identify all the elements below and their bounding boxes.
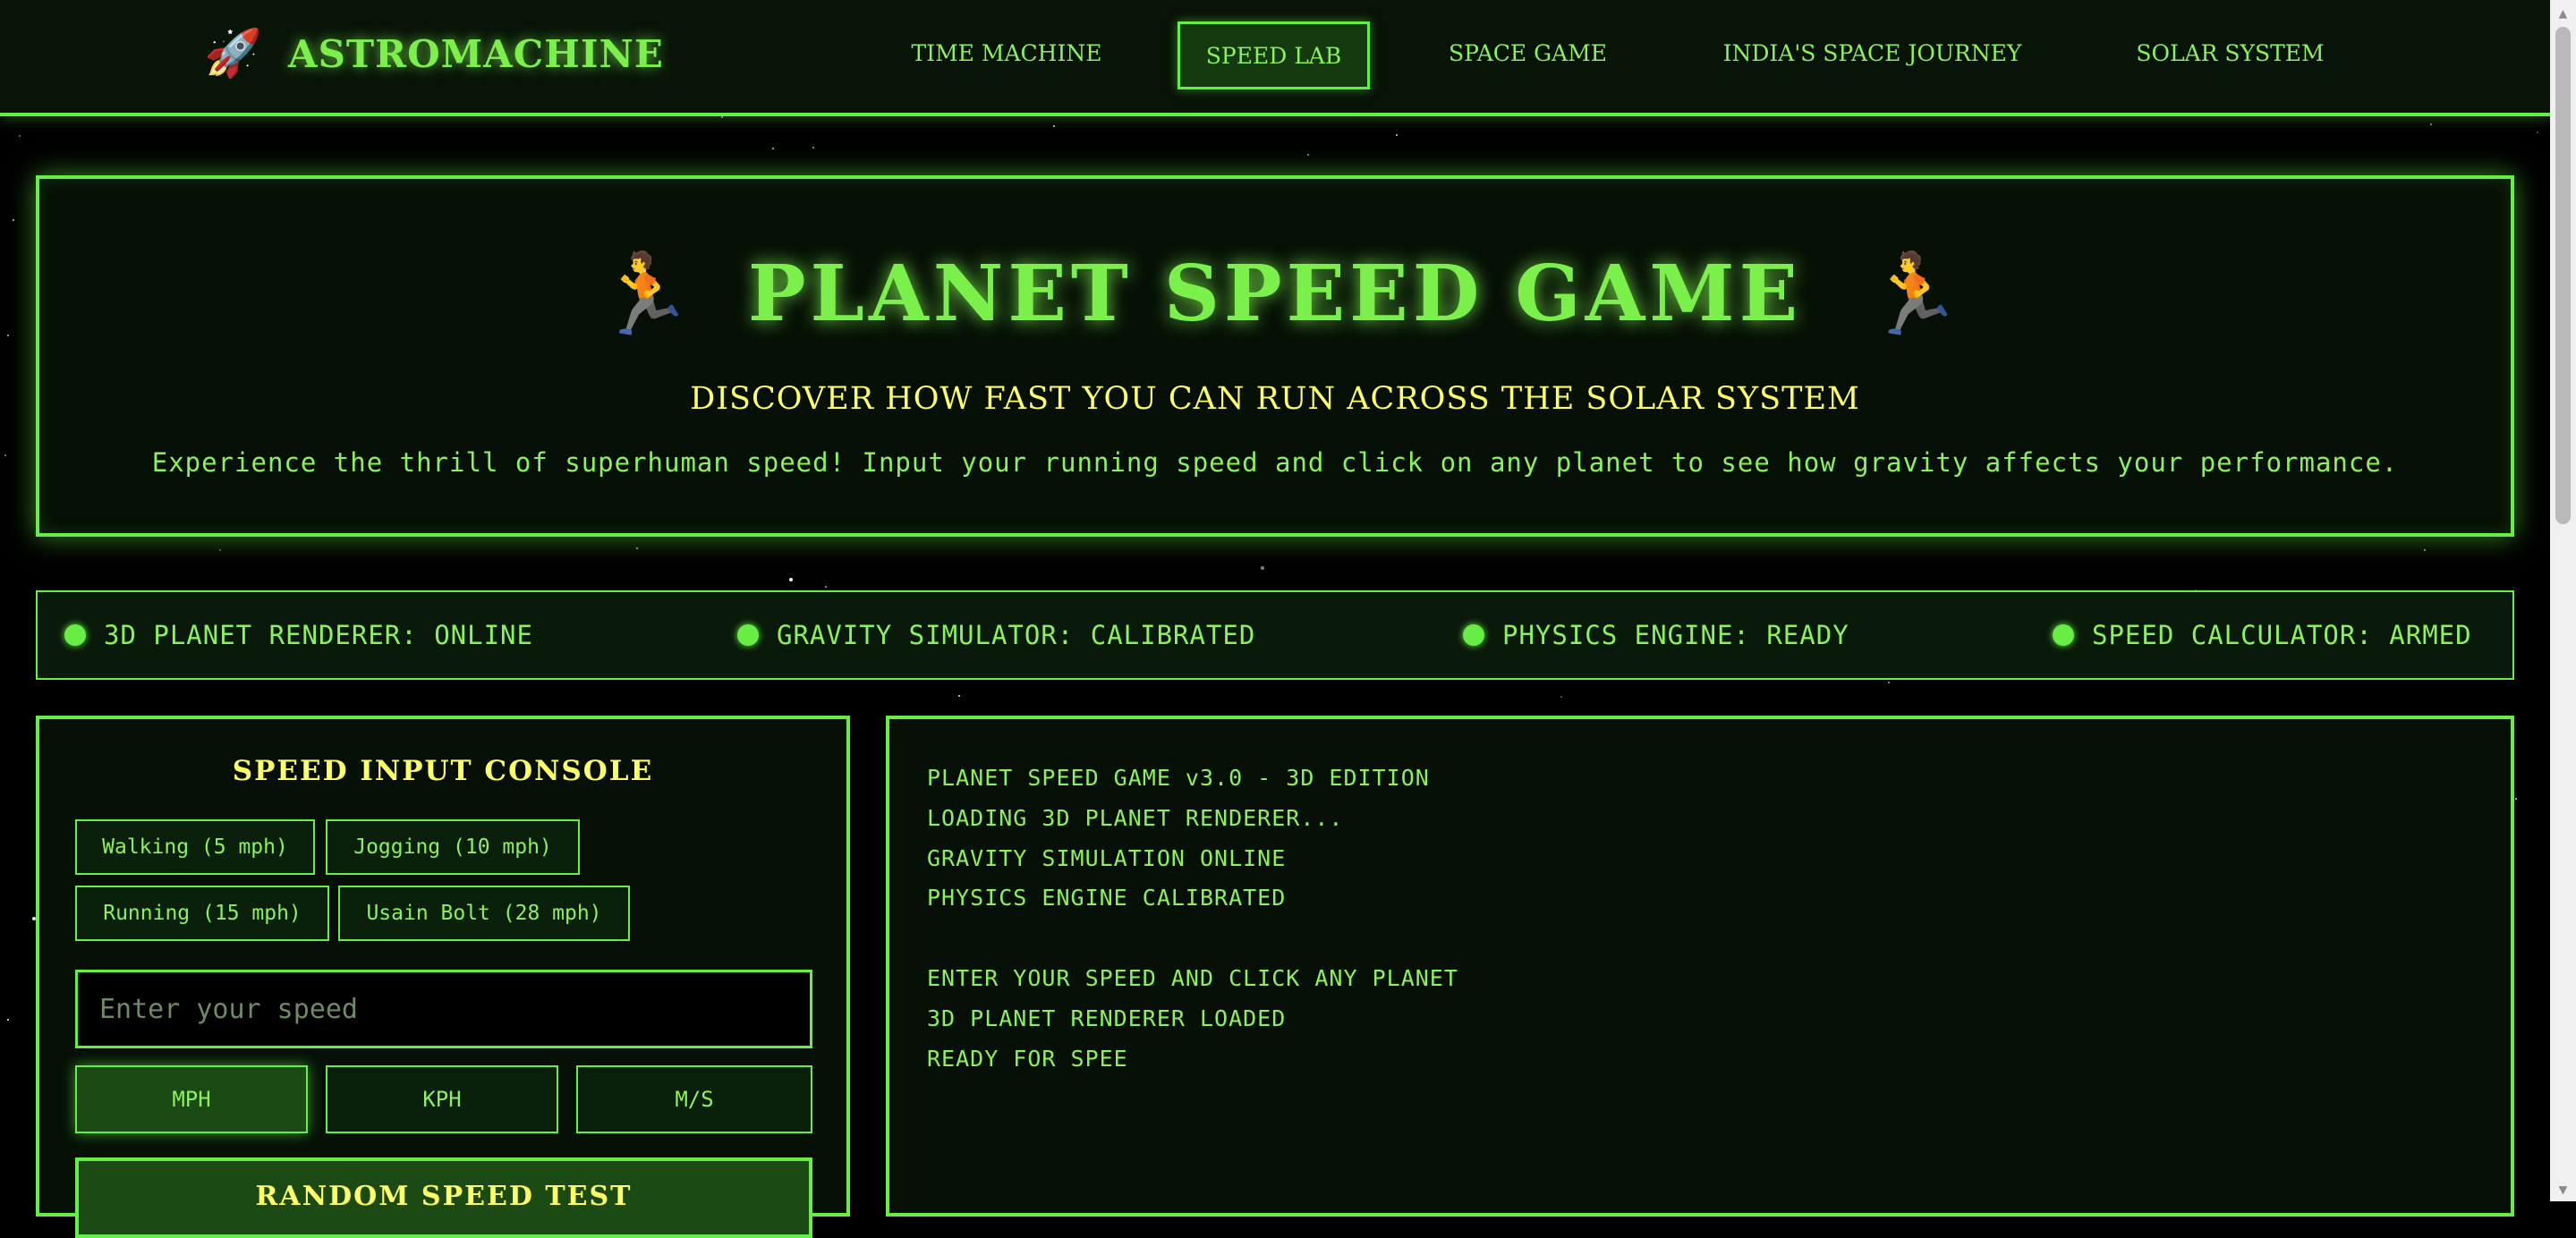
- star: [1888, 682, 1890, 683]
- star: [789, 578, 793, 581]
- star: [825, 586, 827, 588]
- preset-walking-button[interactable]: Walking (5 mph): [75, 819, 315, 875]
- star: [2515, 798, 2517, 800]
- status-item-renderer: 3D PLANET RENDERER: ONLINE: [64, 592, 533, 678]
- brand-name: ASTROMACHINE: [288, 31, 664, 76]
- console-title: SPEED INPUT CONSOLE: [232, 755, 654, 787]
- star: [2424, 549, 2426, 551]
- nav-link-speed-lab[interactable]: SPEED LAB: [1177, 21, 1370, 89]
- system-status-bar: 3D PLANET RENDERER: ONLINE GRAVITY SIMUL…: [36, 590, 2514, 680]
- terminal-line: PLANET SPEED GAME v3.0 - 3D EDITION: [927, 765, 1430, 791]
- star: [1307, 154, 1309, 156]
- star: [219, 549, 221, 551]
- rocket-icon: 🚀: [204, 27, 262, 81]
- scroll-down-arrow-icon[interactable]: ▼: [2550, 1178, 2576, 1201]
- star: [7, 335, 9, 336]
- terminal-line: READY FOR SPEE: [927, 1045, 1128, 1072]
- star: [1053, 125, 1055, 127]
- terminal-line: ENTER YOUR SPEED AND CLICK ANY PLANET: [927, 964, 1458, 991]
- status-dot-icon: [1463, 624, 1484, 646]
- page-scrollbar[interactable]: ▲ ▼: [2550, 0, 2576, 1201]
- hero-panel: 🏃 PLANET SPEED GAME 🏃 DISCOVER HOW FAST …: [36, 175, 2514, 537]
- preset-jogging-button[interactable]: Jogging (10 mph): [326, 819, 580, 875]
- unit-mph-button[interactable]: MPH: [75, 1065, 308, 1133]
- star: [4, 454, 6, 456]
- brand-logo[interactable]: 🚀 ASTROMACHINE: [204, 27, 664, 81]
- nav-link-solar-system[interactable]: SOLAR SYSTEM: [2121, 21, 2340, 89]
- page-title: PLANET SPEED GAME: [747, 249, 1803, 339]
- terminal-line: GRAVITY SIMULATION ONLINE: [927, 844, 1287, 871]
- top-navbar: 🚀 ASTROMACHINE TIME MACHINE SPEED LAB SP…: [0, 0, 2550, 116]
- scroll-up-arrow-icon[interactable]: ▲: [2550, 2, 2576, 25]
- speed-input-console: SPEED INPUT CONSOLE Walking (5 mph) Jogg…: [36, 716, 850, 1238]
- star: [2537, 131, 2538, 133]
- star: [1560, 696, 1562, 698]
- star: [19, 135, 21, 137]
- status-dot-icon: [64, 624, 86, 646]
- terminal-line: 3D PLANET RENDERER LOADED: [927, 1005, 1287, 1031]
- status-dot-icon: [2053, 624, 2074, 646]
- status-label: GRAVITY SIMULATOR: CALIBRATED: [777, 620, 1256, 650]
- status-label: SPEED CALCULATOR: ARMED: [2092, 620, 2472, 650]
- terminal-line: PHYSICS ENGINE CALIBRATED: [927, 885, 1287, 912]
- star: [2430, 123, 2432, 125]
- status-item-physics: PHYSICS ENGINE: READY: [1463, 592, 1849, 678]
- nav-link-indias-space-journey[interactable]: INDIA'S SPACE JOURNEY: [1687, 21, 2058, 89]
- status-item-speed-calculator: SPEED CALCULATOR: ARMED: [2053, 592, 2472, 678]
- speed-input[interactable]: [75, 970, 812, 1048]
- status-item-gravity: GRAVITY SIMULATOR: CALIBRATED: [737, 592, 1255, 678]
- hero-subtitle: DISCOVER HOW FAST YOU CAN RUN ACROSS THE…: [690, 381, 1860, 417]
- hero-description: Experience the thrill of superhuman spee…: [151, 447, 2399, 478]
- random-speed-test-button[interactable]: RANDOM SPEED TEST: [75, 1157, 812, 1238]
- runner-icon: 🏃: [595, 247, 694, 340]
- status-dot-icon: [737, 624, 759, 646]
- unit-ms-button[interactable]: M/S: [576, 1065, 812, 1133]
- preset-usain-bolt-button[interactable]: Usain Bolt (28 mph): [338, 886, 630, 941]
- star: [812, 147, 814, 148]
- nav-link-space-game[interactable]: SPACE GAME: [1436, 21, 1620, 89]
- terminal-log: PLANET SPEED GAME v3.0 - 3D EDITION LOAD…: [927, 759, 1458, 1079]
- star: [1396, 134, 1398, 136]
- scrollbar-thumb[interactable]: [2555, 27, 2571, 524]
- star: [7, 1019, 9, 1021]
- output-terminal: PLANET SPEED GAME v3.0 - 3D EDITION LOAD…: [886, 716, 2514, 1217]
- runner-icon: 🏃: [1865, 247, 1963, 340]
- star: [1261, 566, 1264, 570]
- unit-kph-button[interactable]: KPH: [326, 1065, 558, 1133]
- star: [636, 547, 638, 549]
- nav-link-time-machine[interactable]: TIME MACHINE: [904, 21, 1109, 89]
- star: [13, 219, 14, 221]
- preset-running-button[interactable]: Running (15 mph): [75, 886, 329, 941]
- status-label: 3D PLANET RENDERER: ONLINE: [104, 620, 533, 650]
- star: [772, 148, 774, 149]
- hero-title-row: 🏃 PLANET SPEED GAME 🏃: [39, 249, 2511, 339]
- status-label: PHYSICS ENGINE: READY: [1502, 620, 1849, 650]
- star: [958, 695, 960, 697]
- terminal-line: LOADING 3D PLANET RENDERER...: [927, 804, 1344, 831]
- star: [721, 116, 723, 118]
